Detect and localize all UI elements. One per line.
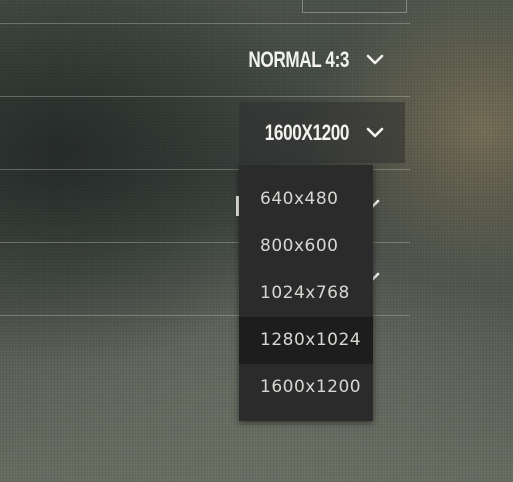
chevron-down-icon bbox=[365, 50, 385, 70]
top-setting-value: 0040 bbox=[337, 0, 373, 4]
resolution-option[interactable]: 800x600 bbox=[239, 223, 373, 270]
aspect-ratio-value: NORMAL 4:3 bbox=[248, 47, 349, 72]
top-setting-value-box[interactable]: 0040 bbox=[302, 0, 407, 13]
resolution-option[interactable]: 1600x1200 bbox=[239, 364, 373, 411]
resolution-option[interactable]: 640x480 bbox=[239, 176, 373, 223]
resolution-value: 1600X1200 bbox=[264, 119, 350, 145]
row-divider bbox=[0, 96, 410, 97]
chevron-down-icon[interactable] bbox=[370, 196, 384, 215]
chevron-down-icon bbox=[365, 123, 385, 143]
resolution-select[interactable]: 1600X1200 bbox=[239, 102, 405, 163]
aspect-ratio-select[interactable]: NORMAL 4:3 bbox=[220, 44, 385, 76]
resolution-option-hovered[interactable]: 1280x1024 bbox=[239, 317, 373, 364]
row-divider bbox=[0, 23, 410, 24]
resolution-option[interactable]: 1024x768 bbox=[239, 270, 373, 317]
chevron-down-icon[interactable] bbox=[370, 269, 384, 288]
resolution-dropdown-menu: 640x480 800x600 1024x768 1280x1024 1600x… bbox=[239, 165, 373, 421]
